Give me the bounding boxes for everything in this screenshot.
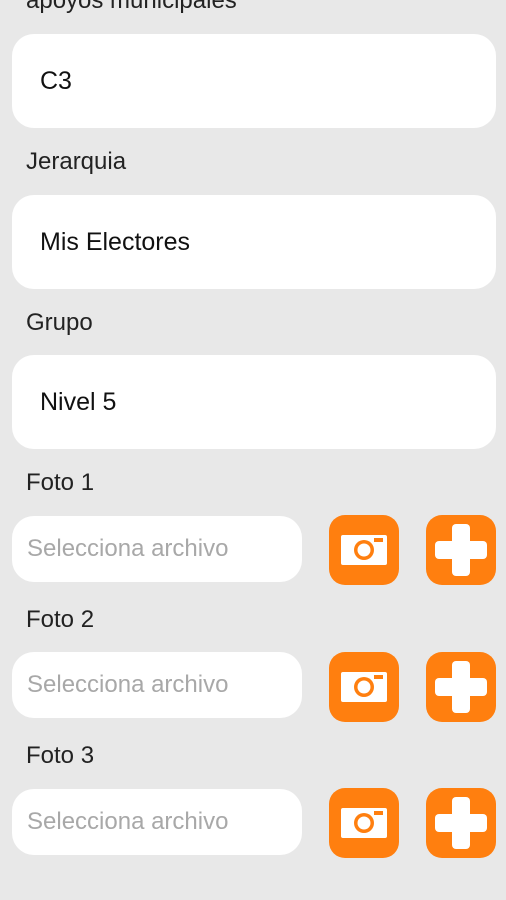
grupo-field[interactable]: Nivel 5 (12, 355, 496, 449)
foto-3-camera-button[interactable] (329, 788, 399, 858)
foto-2-file-input[interactable]: Selecciona archivo (12, 652, 302, 718)
grupo-label: Grupo (26, 309, 93, 336)
foto-1-file-input[interactable]: Selecciona archivo (12, 516, 302, 582)
apoyos-municipales-label: apoyos municipales (26, 0, 237, 14)
plus-icon (435, 661, 487, 713)
camera-icon (341, 808, 387, 838)
jerarquia-label: Jerarquia (26, 148, 127, 175)
foto-2-add-button[interactable] (426, 652, 496, 722)
foto-1-add-button[interactable] (426, 515, 496, 585)
camera-icon (341, 672, 387, 702)
foto-1-label: Foto 1 (26, 469, 95, 496)
foto-3-file-input[interactable]: Selecciona archivo (12, 789, 302, 855)
plus-icon (435, 524, 487, 576)
foto-3-add-button[interactable] (426, 788, 496, 858)
foto-2-label: Foto 2 (26, 606, 95, 633)
foto-3-label: Foto 3 (26, 742, 95, 769)
camera-icon (341, 535, 387, 565)
foto-2-camera-button[interactable] (329, 652, 399, 722)
plus-icon (435, 797, 487, 849)
jerarquia-field[interactable]: Mis Electores (12, 195, 496, 289)
apoyos-municipales-field[interactable]: C3 (12, 34, 496, 128)
foto-1-camera-button[interactable] (329, 515, 399, 585)
